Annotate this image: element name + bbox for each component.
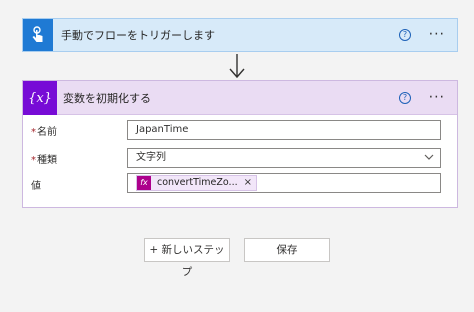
remove-token-icon[interactable]: × [244,174,252,192]
trigger-card[interactable]: 手動でフローをトリガーします ? ··· [22,18,458,52]
name-label: *名前 [31,123,57,138]
initialize-variable-card: {x} 変数を初期化する ? ··· *名前 JapanTime *種類 文字列… [22,80,458,208]
name-input[interactable]: JapanTime [127,120,441,140]
more-options-icon[interactable]: ··· [429,27,445,43]
arrow-down-icon [229,54,245,79]
expression-token-label: convertTimeZo... [157,177,238,188]
value-label: 値 [31,177,41,192]
type-dropdown-value: 文字列 [136,152,166,163]
variable-icon: {x} [23,81,57,115]
help-icon[interactable]: ? [399,29,411,41]
value-input[interactable]: fx convertTimeZo... × [127,173,441,193]
variable-icon-text: {x} [28,90,52,106]
chevron-down-icon [424,154,434,160]
help-icon[interactable]: ? [399,91,411,104]
required-mark: * [31,127,36,138]
variable-card-header[interactable]: {x} 変数を初期化する ? ··· [23,81,457,115]
flow-canvas: 手動でフローをトリガーします ? ··· {x} 変数を初期化する ? ··· … [0,0,474,312]
name-label-text: 名前 [37,127,57,138]
type-label: *種類 [31,151,57,166]
value-label-text: 値 [31,181,41,192]
expression-token[interactable]: fx convertTimeZo... × [136,174,258,192]
more-options-icon[interactable]: ··· [429,89,445,105]
type-dropdown[interactable]: 文字列 [127,148,441,168]
name-input-value: JapanTime [136,124,189,135]
fx-icon: fx [137,176,151,190]
type-label-text: 種類 [37,155,57,166]
variable-card-title: 変数を初期化する [63,91,151,105]
hand-touch-icon [23,19,53,51]
trigger-title: 手動でフローをトリガーします [61,29,215,42]
new-step-button[interactable]: + 新しいステップ [144,238,230,278]
save-button[interactable]: 保存 [244,238,330,262]
required-mark: * [31,155,36,166]
